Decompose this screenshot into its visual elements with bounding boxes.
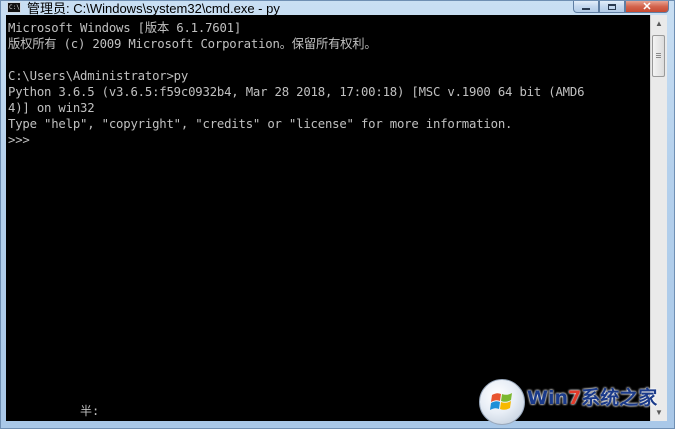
console-line: 版权所有 (c) 2009 Microsoft Corporation。保留所有…	[8, 37, 377, 51]
console-output[interactable]: Microsoft Windows [版本 6.1.7601] 版权所有 (c)…	[6, 15, 650, 421]
cmd-app-icon[interactable]: C:\	[7, 2, 21, 13]
site-watermark: Win7系统之家	[479, 379, 675, 427]
scroll-up-button[interactable]: ▲	[651, 15, 667, 32]
console-line: Microsoft Windows [版本 6.1.7601]	[8, 21, 242, 35]
watermark-text-site: 系统之家	[581, 387, 658, 409]
close-button[interactable]: ✕	[625, 1, 669, 13]
console-line: Python 3.6.5 (v3.6.5:f59c0932b4, Mar 28 …	[8, 85, 585, 99]
maximize-button[interactable]	[599, 1, 625, 13]
ime-status: 半:	[80, 404, 100, 418]
windows-logo-icon	[479, 379, 525, 425]
console-line: C:\Users\Administrator>py	[8, 69, 189, 83]
grip-line	[656, 55, 661, 56]
windows-flag-icon	[490, 393, 512, 410]
grip-line	[656, 57, 661, 58]
minimize-button[interactable]	[573, 1, 599, 13]
window-controls: ✕	[573, 1, 669, 15]
title-bar[interactable]: C:\ 管理员: C:\Windows\system32\cmd.exe - p…	[1, 1, 674, 16]
cmd-window: C:\ 管理员: C:\Windows\system32\cmd.exe - p…	[0, 0, 675, 429]
minimize-icon	[582, 7, 590, 10]
watermark-text-win: Win	[527, 387, 568, 409]
arrow-up-icon: ▲	[655, 19, 663, 28]
console-prompt[interactable]: >>>	[8, 132, 30, 148]
vertical-scrollbar[interactable]: ▲ ▼	[650, 15, 667, 421]
maximize-icon	[608, 3, 616, 10]
watermark-text: Win7系统之家	[527, 383, 657, 410]
grip-line	[656, 53, 661, 54]
watermark-text-7: 7	[568, 387, 582, 409]
console-line: 4)] on win32	[8, 101, 95, 115]
console-line: Type "help", "copyright", "credits" or "…	[8, 117, 513, 131]
close-icon: ✕	[642, 1, 652, 13]
scroll-thumb[interactable]	[652, 35, 665, 77]
